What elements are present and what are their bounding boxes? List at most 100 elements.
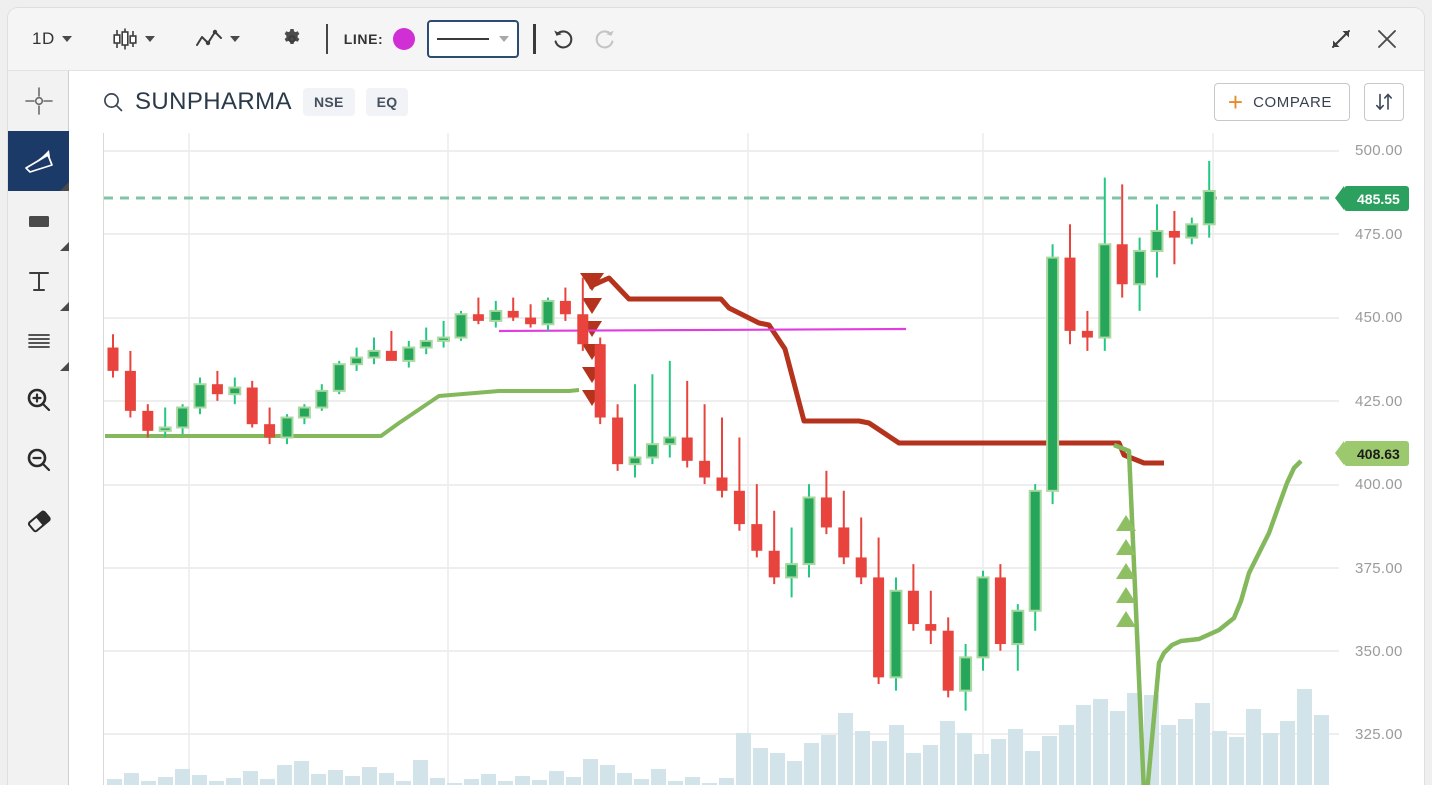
price-tag-pointer xyxy=(1335,441,1344,465)
candle-body xyxy=(367,349,381,359)
text-icon xyxy=(28,272,49,291)
tool-expand-corner[interactable] xyxy=(60,242,69,251)
rectangle-icon xyxy=(28,216,49,227)
candle-body xyxy=(246,387,258,425)
sidebar-item-zoom-out-tool[interactable] xyxy=(8,431,69,491)
candle-body xyxy=(577,314,589,345)
candlestick-series xyxy=(107,160,1216,711)
candle-body xyxy=(1064,257,1076,331)
candle-body xyxy=(594,344,606,418)
chevron-down-icon xyxy=(229,36,240,42)
tool-expand-corner[interactable] xyxy=(60,302,69,311)
candle-body xyxy=(751,524,763,551)
sort-toggle-button[interactable] xyxy=(1364,83,1404,121)
candle-body xyxy=(733,490,745,525)
candle-body xyxy=(1202,189,1216,226)
symbol-group[interactable]: SUNPHARMA NSE EQ xyxy=(102,88,409,116)
candle-body xyxy=(768,550,780,578)
plus-icon: + xyxy=(1227,87,1244,117)
candle-body xyxy=(525,317,537,325)
undo-button[interactable] xyxy=(550,26,576,52)
y-tick-label: 325.00 xyxy=(1355,726,1403,743)
chart-canvas[interactable]: 500.00 475.00 450.00 425.00 400.00 375.0… xyxy=(69,133,1424,785)
compare-button[interactable]: + COMPARE xyxy=(1213,83,1350,121)
vertical-gridlines xyxy=(188,133,1214,785)
expand-icon xyxy=(1332,30,1350,48)
supertrend-price-tag: 408.63 xyxy=(1335,441,1409,466)
candle-body xyxy=(472,314,484,321)
price-chart-svg xyxy=(104,133,1339,785)
line-color-swatch[interactable] xyxy=(393,28,416,50)
candle-body xyxy=(332,363,346,392)
line-style-select[interactable] xyxy=(427,20,520,58)
search-icon[interactable] xyxy=(102,91,124,113)
candle-body xyxy=(402,346,416,362)
candle-body xyxy=(1098,243,1112,339)
settings-button[interactable] xyxy=(274,19,310,59)
candle-body xyxy=(1185,223,1199,239)
supertrend-down xyxy=(587,275,1164,466)
exchange-chip: NSE xyxy=(302,88,355,116)
candle-body xyxy=(628,456,642,466)
crosshair-icon xyxy=(24,87,53,115)
top-toolbar: 1D LINE: xyxy=(8,8,1424,71)
chart-type-dropdown[interactable] xyxy=(106,19,161,59)
zoom-in-icon xyxy=(27,388,50,412)
sidebar-item-zoom-in-tool[interactable] xyxy=(8,371,69,431)
candle-body xyxy=(1028,489,1042,612)
tool-expand-corner[interactable] xyxy=(60,362,69,371)
toolbar-divider xyxy=(325,24,328,54)
compare-button-label: COMPARE xyxy=(1253,93,1332,111)
candle-body xyxy=(1011,609,1025,646)
candle-body xyxy=(315,389,329,409)
candle-body xyxy=(541,299,555,326)
candle-body xyxy=(1150,229,1164,252)
candle-body xyxy=(612,417,624,465)
candle-body xyxy=(889,589,903,679)
y-tick-label: 400.00 xyxy=(1355,476,1403,493)
close-icon xyxy=(1378,30,1396,48)
tool-expand-corner[interactable] xyxy=(60,182,69,191)
last-price-tag: 485.55 xyxy=(1335,186,1409,211)
sidebar-item-channel-tool[interactable] xyxy=(8,311,69,371)
y-tick-label: 475.00 xyxy=(1355,226,1403,243)
candle-body xyxy=(855,557,867,578)
candle-body xyxy=(559,300,571,315)
close-button[interactable] xyxy=(1372,24,1402,54)
candle-body xyxy=(437,336,451,342)
chart-header-actions: + COMPARE xyxy=(1213,83,1404,121)
candle-body xyxy=(976,576,990,659)
y-tick-label: 350.00 xyxy=(1355,643,1403,660)
sidebar-item-trendline-tool[interactable] xyxy=(8,131,69,191)
candle-body xyxy=(1081,330,1093,338)
candle-body xyxy=(681,437,693,461)
y-tick-label: 500.00 xyxy=(1355,142,1403,159)
candle-body xyxy=(350,356,364,366)
redo-button[interactable] xyxy=(592,26,618,52)
timeframe-dropdown[interactable]: 1D xyxy=(26,19,78,59)
chevron-down-icon xyxy=(144,36,155,42)
timeframe-label: 1D xyxy=(32,29,55,48)
candle-body xyxy=(297,406,311,419)
sidebar-item-rectangle-tool[interactable] xyxy=(8,191,69,251)
indicator-dropdown[interactable] xyxy=(189,19,246,59)
chart-window: 1D LINE: SUNPHARMA NSE EQ + COMPARE 500.… xyxy=(8,8,1424,785)
level-line xyxy=(498,327,907,333)
candle-body xyxy=(942,630,954,691)
zoom-out-icon xyxy=(27,448,50,472)
candle-body xyxy=(907,590,919,625)
candle-body xyxy=(385,350,397,361)
application-root: 1D LINE: SUNPHARMA NSE EQ + COMPARE 500.… xyxy=(0,0,1432,785)
chart-header: SUNPHARMA NSE EQ + COMPARE xyxy=(69,71,1424,133)
sidebar-item-eraser-tool[interactable] xyxy=(8,491,69,551)
expand-button[interactable] xyxy=(1328,26,1354,52)
y-tick-label: 450.00 xyxy=(1355,309,1403,326)
candlestick-icon xyxy=(113,28,137,50)
candle-body xyxy=(507,310,519,318)
parallel-lines-icon xyxy=(27,334,50,348)
chevron-down-icon xyxy=(61,36,72,42)
sidebar-item-text-tool[interactable] xyxy=(8,251,69,311)
sidebar-item-crosshair-tool[interactable] xyxy=(8,71,69,131)
line-style-label: LINE: xyxy=(343,31,384,47)
candle-body xyxy=(645,443,659,459)
